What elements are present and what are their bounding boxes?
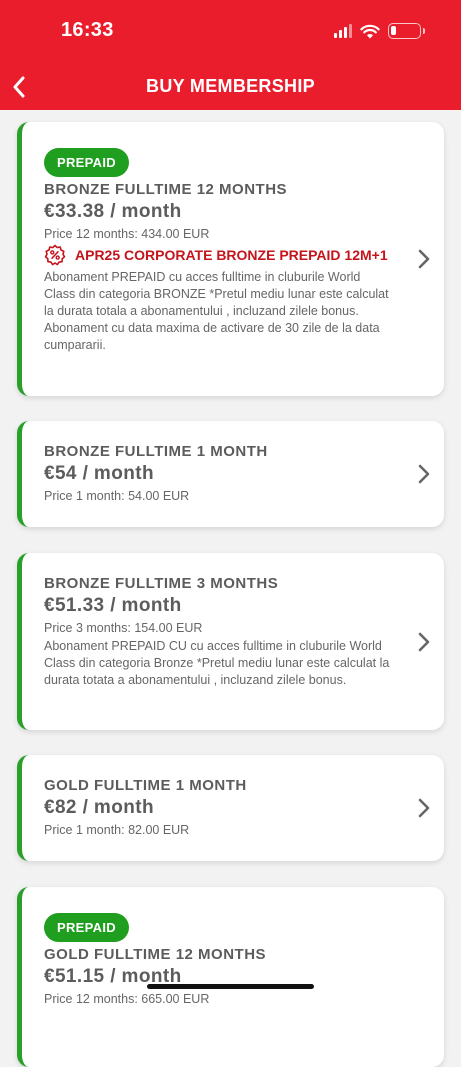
membership-card-bronze-3-months[interactable]: BRONZE FULLTIME 3 MONTHS €51.33 / month … [17, 553, 444, 730]
chevron-right-icon [418, 464, 430, 484]
page-title: BUY MEMBERSHIP [146, 76, 315, 96]
card-subtitle: Price 12 months: 434.00 EUR [44, 227, 210, 241]
membership-card-bronze-1-month[interactable]: BRONZE FULLTIME 1 MONTH €54 / month Pric… [17, 421, 444, 527]
promo-label: APR25 CORPORATE BRONZE PREPAID 12M+1 [75, 247, 388, 263]
card-title: GOLD FULLTIME 12 MONTHS [44, 946, 267, 963]
discount-badge-icon [44, 244, 66, 266]
card-description: Abonament PREPAID cu acces fulltime in c… [44, 270, 389, 352]
membership-card-bronze-12-months[interactable]: PREPAID BRONZE FULLTIME 12 MONTHS €33.38… [17, 122, 444, 396]
card-price: €33.38 / month [44, 201, 182, 222]
wifi-icon [360, 24, 380, 38]
card-price: €51.33 / month [44, 595, 182, 616]
card-subtitle: Price 1 month: 54.00 EUR [44, 489, 190, 503]
card-subtitle: Price 12 months: 665.00 EUR [44, 992, 210, 1006]
card-title: BRONZE FULLTIME 3 MONTHS [44, 575, 279, 592]
card-title: BRONZE FULLTIME 12 MONTHS [44, 181, 288, 198]
chevron-right-icon [418, 632, 430, 651]
promo-row: APR25 CORPORATE BRONZE PREPAID 12M+1 [44, 244, 390, 266]
chevron-right-icon [418, 249, 430, 269]
membership-card-gold-1-month[interactable]: GOLD FULLTIME 1 MONTH €82 / month Price … [17, 755, 444, 861]
chevron-right-icon [418, 798, 430, 818]
prepaid-badge: PREPAID [44, 148, 129, 177]
card-subtitle: Price 3 months: 154.00 EUR [44, 621, 203, 635]
cellular-signal-icon [334, 24, 352, 38]
status-time: 16:33 [61, 19, 114, 41]
app-header: 16:33 BUY MEMBERSHIP [0, 0, 461, 110]
prepaid-badge: PREPAID [44, 913, 129, 942]
status-icons [334, 21, 425, 41]
card-price: €82 / month [44, 797, 154, 818]
card-price: €54 / month [44, 463, 154, 484]
card-description: Abonament PREPAID CU cu acces fulltime i… [44, 639, 390, 687]
membership-card-gold-12-months[interactable]: PREPAID GOLD FULLTIME 12 MONTHS €51.15 /… [17, 887, 444, 1067]
home-indicator [147, 984, 314, 989]
card-title: GOLD FULLTIME 1 MONTH [44, 777, 247, 794]
card-title: BRONZE FULLTIME 1 MONTH [44, 443, 268, 460]
battery-icon [388, 23, 425, 39]
card-subtitle: Price 1 month: 82.00 EUR [44, 823, 190, 837]
